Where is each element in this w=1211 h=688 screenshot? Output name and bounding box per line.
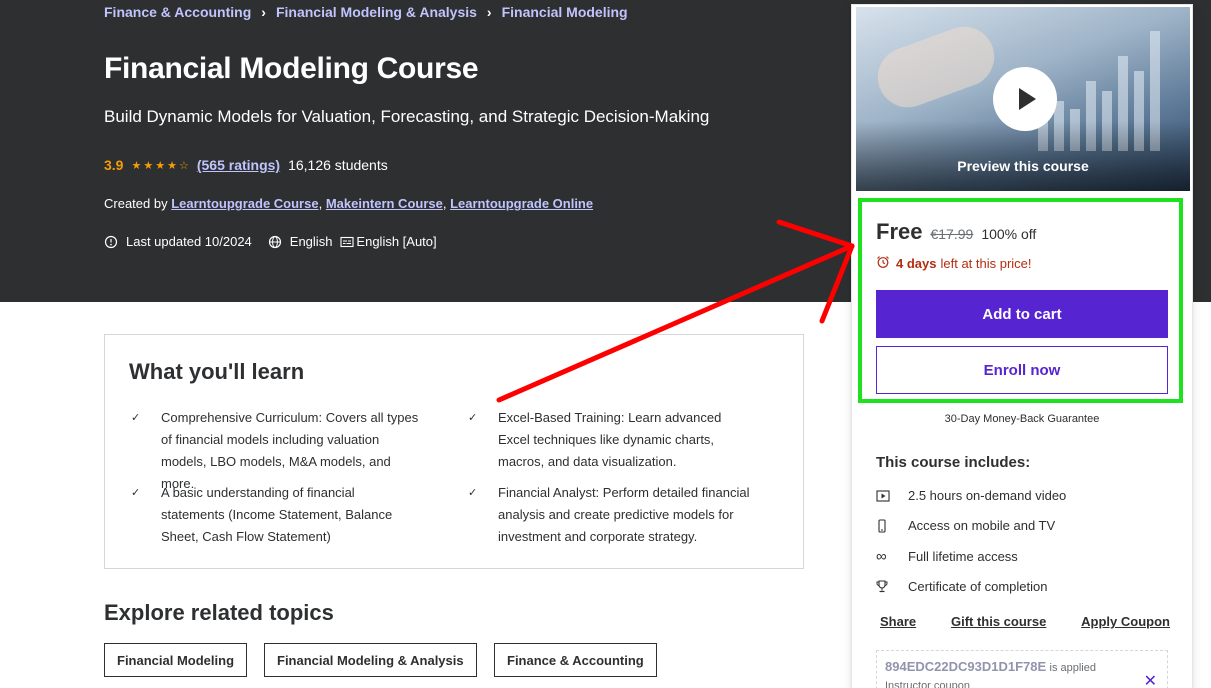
captions-icon xyxy=(340,236,354,248)
include-item: Certificate of completion xyxy=(876,579,1047,594)
last-updated: Last updated 10/2024 xyxy=(126,234,252,249)
learn-item: ✓ Excel-Based Training: Learn advanced E… xyxy=(466,407,756,473)
star-full-icon: ★ xyxy=(143,159,154,172)
breadcrumb: Finance & Accounting › Financial Modelin… xyxy=(104,4,628,20)
video-icon xyxy=(876,489,908,502)
globe-icon xyxy=(268,235,282,249)
include-item: ∞ Full lifetime access xyxy=(876,548,1018,565)
learn-item-text: Financial Analyst: Perform detailed fina… xyxy=(498,485,750,544)
course-language: English xyxy=(289,234,333,249)
instructor-link[interactable]: Learntoupgrade Course xyxy=(171,196,318,211)
remove-coupon-icon[interactable]: ✕ xyxy=(1144,671,1157,688)
learn-item: ✓ Financial Analyst: Perform detailed fi… xyxy=(466,482,756,548)
preview-label[interactable]: Preview this course xyxy=(856,158,1190,174)
breadcrumb-item-financial-modeling[interactable]: Financial Modeling xyxy=(502,4,628,20)
star-empty-icon: ☆ xyxy=(178,159,189,172)
mobile-icon xyxy=(876,518,908,533)
related-topics-title: Explore related topics xyxy=(104,600,334,625)
star-rating: ★ ★ ★ ★ ☆ xyxy=(131,159,188,172)
infinity-icon: ∞ xyxy=(876,548,887,565)
share-link[interactable]: Share xyxy=(880,614,916,629)
course-meta: Last updated 10/2024 English English [Au… xyxy=(104,234,453,249)
sidebar-links: Share Gift this course Apply Coupon xyxy=(880,614,1170,629)
learn-item-text: A basic understanding of financial state… xyxy=(161,485,393,544)
preview-shade xyxy=(856,121,1190,191)
coupon-code: 894EDC22DC93D1D1F78E xyxy=(885,659,1047,674)
include-label: Certificate of completion xyxy=(908,579,1048,594)
course-captions: English [Auto] xyxy=(356,234,437,249)
rating-row: 3.9 ★ ★ ★ ★ ☆ (565 ratings) 16,126 stude… xyxy=(104,157,388,173)
topic-button[interactable]: Financial Modeling & Analysis xyxy=(264,643,477,677)
star-full-icon: ★ xyxy=(167,159,177,172)
highlight-box xyxy=(858,198,1183,403)
ratings-count-link[interactable]: (565 ratings) xyxy=(197,157,280,173)
check-icon: ✓ xyxy=(131,487,141,499)
topic-button[interactable]: Financial Modeling xyxy=(104,643,248,677)
learn-item-text: Excel-Based Training: Learn advanced Exc… xyxy=(498,410,722,469)
include-item: Access on mobile and TV xyxy=(876,518,1055,533)
instructor-link[interactable]: Makeintern Course xyxy=(326,196,443,211)
topic-button[interactable]: Finance & Accounting xyxy=(494,643,657,677)
created-by-label: Created by xyxy=(104,196,168,211)
students-count: 16,126 students xyxy=(288,157,388,173)
alert-badge-icon xyxy=(104,235,118,249)
course-subtitle: Build Dynamic Models for Valuation, Fore… xyxy=(104,107,710,126)
learn-title: What you'll learn xyxy=(129,359,305,384)
course-preview[interactable]: Preview this course xyxy=(856,7,1190,191)
chevron-right-icon: › xyxy=(261,4,266,20)
coupon-status: is applied xyxy=(1049,662,1096,674)
coupon-type: Instructor coupon xyxy=(885,680,970,688)
apply-coupon-link[interactable]: Apply Coupon xyxy=(1081,614,1170,629)
preview-image xyxy=(869,18,1003,116)
rating-value: 3.9 xyxy=(104,157,124,173)
check-icon: ✓ xyxy=(468,412,478,424)
includes-title: This course includes: xyxy=(876,454,1031,471)
check-icon: ✓ xyxy=(468,487,478,499)
instructor-link[interactable]: Learntoupgrade Online xyxy=(450,196,593,211)
star-full-icon: ★ xyxy=(155,159,166,172)
learn-item: ✓ A basic understanding of financial sta… xyxy=(129,482,419,548)
breadcrumb-item-finance[interactable]: Finance & Accounting xyxy=(104,4,251,20)
include-label: 2.5 hours on-demand video xyxy=(908,488,1067,503)
applied-coupon: 894EDC22DC93D1D1F78E is applied Instruct… xyxy=(876,650,1168,688)
gift-course-link[interactable]: Gift this course xyxy=(951,614,1046,629)
include-label: Access on mobile and TV xyxy=(908,518,1056,533)
include-label: Full lifetime access xyxy=(908,549,1018,564)
created-by: Created by Learntoupgrade Course, Makein… xyxy=(104,196,594,211)
chevron-right-icon: › xyxy=(486,4,492,20)
play-icon[interactable] xyxy=(993,67,1057,131)
what-youll-learn: What you'll learn ✓ Comprehensive Curric… xyxy=(104,334,804,569)
course-title: Financial Modeling Course xyxy=(104,52,479,85)
money-back-guarantee: 30-Day Money-Back Guarantee xyxy=(944,413,1100,425)
trophy-icon xyxy=(876,580,908,593)
star-full-icon: ★ xyxy=(131,159,142,172)
include-item: 2.5 hours on-demand video xyxy=(876,488,1066,503)
breadcrumb-item-modeling-analysis[interactable]: Financial Modeling & Analysis xyxy=(276,4,477,20)
